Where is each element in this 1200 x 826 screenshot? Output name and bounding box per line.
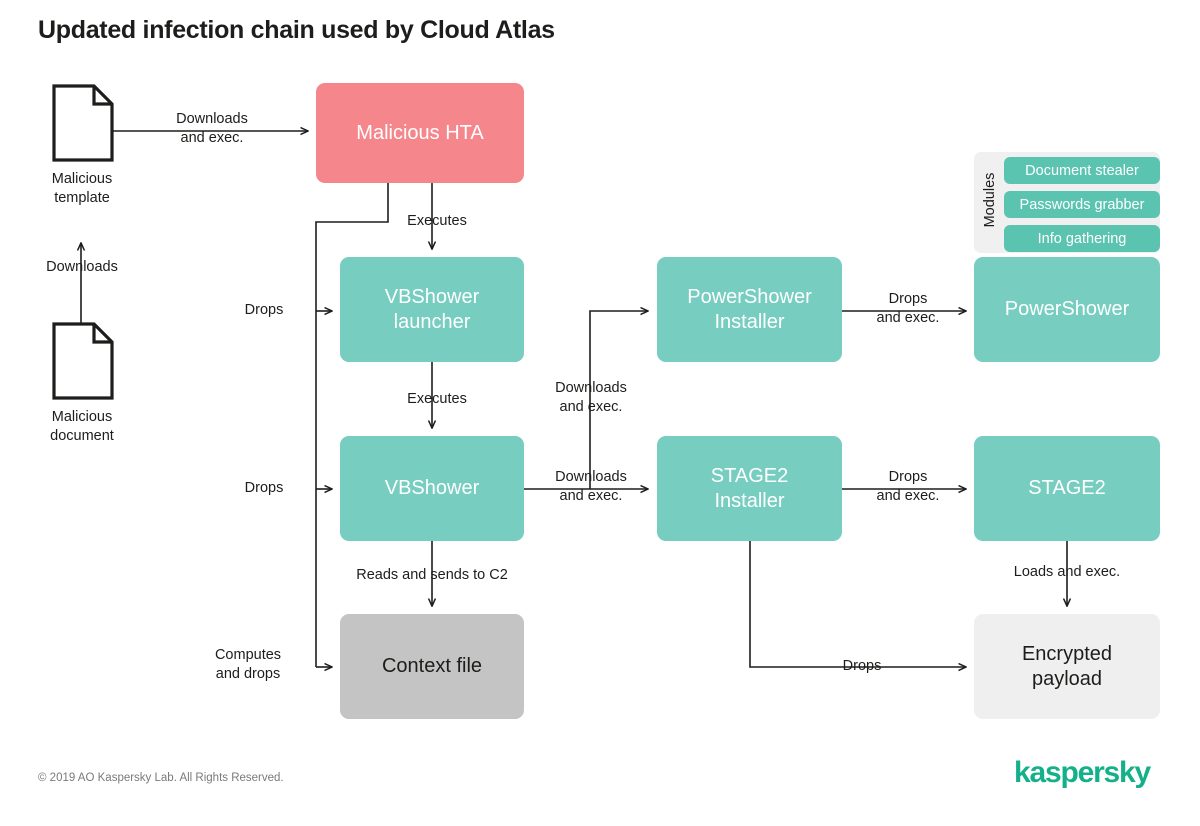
edge-label-hta-drops-launcher: Drops <box>244 302 284 318</box>
node-context-file[interactable]: Context file <box>340 614 524 719</box>
edge-label-powershower-installer-drops: Drops and exec. <box>876 291 940 326</box>
node-powershower[interactable]: PowerShower <box>974 257 1160 362</box>
edge-label-hta-executes-launcher: Executes <box>407 213 467 229</box>
node-encrypted-payload-label: Encrypted payload <box>1021 643 1113 690</box>
node-powershower-installer-label: PowerShower Installer <box>687 286 812 333</box>
edge-label-vbshower-to-powershower-installer: Downloads and exec. <box>555 380 627 415</box>
edge-label-downloads-template: Downloads <box>46 259 118 275</box>
module-item-document-stealer[interactable]: Document stealer <box>1004 157 1160 184</box>
node-vbshower[interactable]: VBShower <box>340 436 524 541</box>
module-item-info-gathering[interactable]: Info gathering <box>1004 225 1160 252</box>
module-item-label: Document stealer <box>1025 162 1139 179</box>
node-powershower-installer[interactable]: PowerShower Installer <box>657 257 842 362</box>
node-vbshower-launcher[interactable]: VBShower launcher <box>340 257 524 362</box>
module-item-label: Passwords grabber <box>1019 196 1145 213</box>
node-powershower-label: PowerShower <box>1004 298 1130 321</box>
edge-label-stage2-installer-drops-payload: Drops <box>842 658 882 674</box>
node-malicious-hta[interactable]: Malicious HTA <box>316 83 524 183</box>
modules-panel: Modules Document stealer Passwords grabb… <box>974 152 1160 253</box>
malicious-document-icon <box>52 322 114 400</box>
node-stage2[interactable]: STAGE2 <box>974 436 1160 541</box>
malicious-template-icon <box>52 84 114 162</box>
edge-label-stage2-loads-payload: Loads and exec. <box>1013 564 1121 580</box>
malicious-document-caption: Malicious document <box>50 409 114 444</box>
edge-label-hta-computes-context: Computes and drops <box>214 647 282 682</box>
node-vbshower-launcher-label: VBShower launcher <box>384 286 480 333</box>
kaspersky-logo: kaspersky <box>1014 756 1151 789</box>
module-item-label: Info gathering <box>1037 230 1127 247</box>
modules-panel-label: Modules <box>982 172 998 228</box>
edge-label-vbshower-to-stage2-installer: Downloads and exec. <box>555 469 627 504</box>
module-item-passwords-grabber[interactable]: Passwords grabber <box>1004 191 1160 218</box>
diagram-canvas: Updated infection chain used by Cloud At… <box>0 0 1200 826</box>
node-stage2-installer-label: STAGE2 Installer <box>710 465 789 512</box>
edge-label-template-to-hta: Downloads and exec. <box>176 111 248 146</box>
node-context-file-label: Context file <box>381 655 483 678</box>
edge-label-stage2-installer-drops: Drops and exec. <box>876 469 940 504</box>
edge-label-launcher-executes-vbshower: Executes <box>407 391 467 407</box>
copyright-text: © 2019 AO Kaspersky Lab. All Rights Rese… <box>38 772 284 784</box>
node-encrypted-payload[interactable]: Encrypted payload <box>974 614 1160 719</box>
node-stage2-installer[interactable]: STAGE2 Installer <box>657 436 842 541</box>
edge-label-hta-drops-vbshower: Drops <box>244 480 284 496</box>
edge-label-vbshower-reads-context: Reads and sends to C2 <box>356 567 508 583</box>
malicious-template-caption: Malicious template <box>51 171 113 206</box>
node-stage2-label: STAGE2 <box>1028 477 1106 500</box>
node-malicious-hta-label: Malicious HTA <box>356 121 484 144</box>
node-vbshower-label: VBShower <box>384 477 480 500</box>
